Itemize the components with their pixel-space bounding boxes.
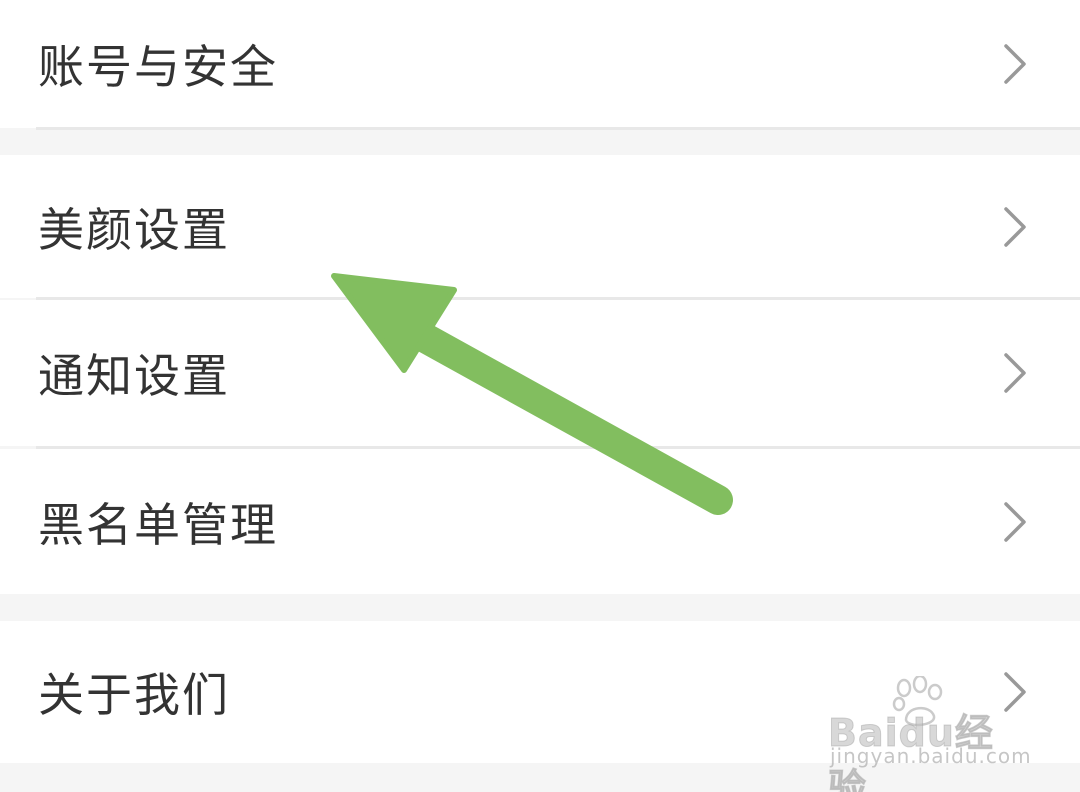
settings-item-label: 关于我们	[38, 668, 230, 722]
chevron-right-icon	[1004, 501, 1026, 542]
chevron-right-icon	[1004, 44, 1026, 84]
settings-item-about-us[interactable]: 关于我们	[0, 621, 1080, 763]
chevron-right-icon	[1004, 353, 1026, 393]
settings-item-label: 黑名单管理	[38, 497, 278, 552]
settings-item-beauty[interactable]: 美颜设置	[0, 155, 1080, 298]
settings-item-account-security[interactable]: 账号与安全	[0, 0, 1080, 128]
divider	[36, 127, 1080, 130]
settings-item-label: 美颜设置	[38, 202, 230, 257]
settings-screen: 账号与安全 美颜设置 通知设置 黑名单管理 关于我们 Baidu经验 jingy…	[0, 0, 1080, 792]
settings-item-label: 账号与安全	[38, 40, 278, 94]
settings-item-label: 通知设置	[38, 349, 230, 403]
chevron-right-icon	[1004, 206, 1026, 247]
settings-item-blacklist[interactable]: 黑名单管理	[0, 449, 1080, 594]
settings-item-notifications[interactable]: 通知设置	[0, 300, 1080, 446]
chevron-right-icon	[1004, 672, 1026, 712]
